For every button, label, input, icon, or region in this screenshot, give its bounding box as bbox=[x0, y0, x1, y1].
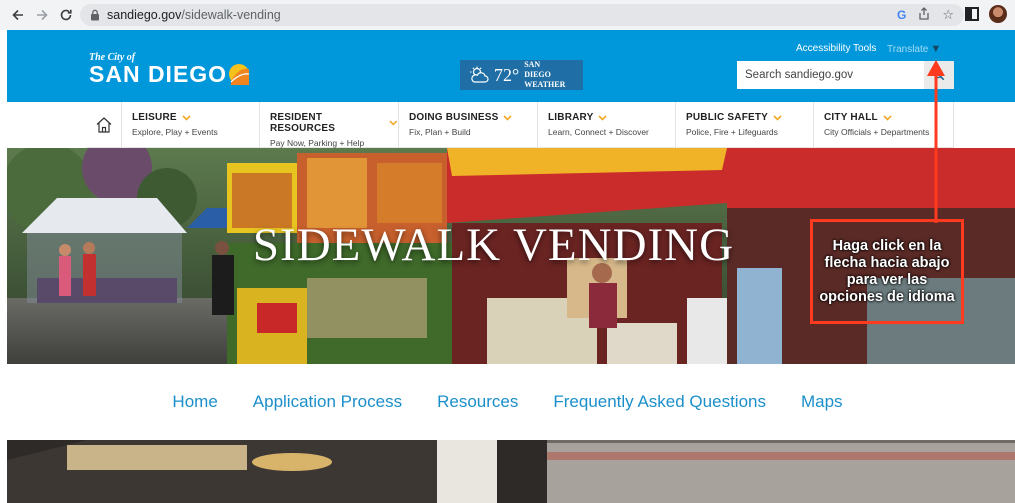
chevron-down-icon bbox=[598, 114, 608, 121]
sub-navigation: Home Application Process Resources Frequ… bbox=[0, 364, 1015, 440]
share-icon[interactable] bbox=[918, 7, 930, 23]
search-input[interactable] bbox=[737, 62, 922, 88]
nav-item-title: LEISURE bbox=[132, 112, 259, 123]
nav-item-subtitle: Fix, Plan + Build bbox=[409, 127, 471, 137]
partly-cloudy-icon bbox=[470, 66, 489, 83]
url-path: /sidewalk-vending bbox=[181, 8, 281, 22]
annotation-callout: Haga click en la flecha hacia abajo para… bbox=[810, 219, 964, 324]
chevron-down-icon bbox=[883, 114, 892, 121]
weather-label: SAN DIEGO WEATHER bbox=[524, 60, 566, 89]
chevron-down-icon bbox=[773, 114, 782, 121]
home-icon bbox=[96, 117, 111, 133]
address-bar[interactable]: sandiego.gov/sidewalk-vending G ☆ bbox=[80, 4, 964, 26]
logo-big-text: SAN DIEGO bbox=[89, 63, 250, 86]
sub-nav-faq[interactable]: Frequently Asked Questions bbox=[553, 392, 766, 412]
logo-sun-icon bbox=[229, 64, 250, 85]
nav-item-title: PUBLIC SAFETY bbox=[686, 112, 813, 123]
chevron-down-icon bbox=[389, 120, 398, 126]
chevron-down-icon bbox=[503, 114, 513, 121]
forward-icon[interactable] bbox=[32, 5, 52, 25]
weather-widget[interactable]: 72° SAN DIEGO WEATHER bbox=[460, 60, 583, 90]
nav-item-subtitle: Police, Fire + Lifeguards bbox=[686, 127, 778, 137]
nav-item-title: RESIDENT RESOURCES bbox=[270, 112, 398, 134]
vendor-table-photo bbox=[7, 440, 1015, 503]
nav-item-resident-resources[interactable]: RESIDENT RESOURCES Pay Now, Parking + He… bbox=[260, 102, 399, 148]
nav-item-subtitle: Learn, Connect + Discover bbox=[548, 127, 649, 137]
lock-icon bbox=[91, 9, 99, 21]
bookmark-star-icon[interactable]: ☆ bbox=[942, 7, 954, 23]
nav-item-doing-business[interactable]: DOING BUSINESS Fix, Plan + Build bbox=[399, 102, 538, 148]
nav-item-title: DOING BUSINESS bbox=[409, 112, 537, 123]
sub-nav-application-process[interactable]: Application Process bbox=[253, 392, 402, 412]
nav-item-title: LIBRARY bbox=[548, 112, 675, 123]
main-navigation: LEISURE Explore, Play + Events RESIDENT … bbox=[86, 102, 954, 148]
sidepanel-icon[interactable] bbox=[965, 7, 979, 21]
chevron-down-icon bbox=[182, 114, 191, 121]
sub-nav-resources[interactable]: Resources bbox=[437, 392, 518, 412]
profile-avatar[interactable] bbox=[989, 5, 1007, 23]
home-nav-button[interactable] bbox=[86, 102, 122, 148]
annotation-text: Haga click en la flecha hacia abajo para… bbox=[819, 237, 955, 305]
weather-temp: 72° bbox=[494, 64, 520, 85]
city-logo[interactable]: The City of SAN DIEGO bbox=[89, 52, 250, 87]
site-search bbox=[737, 61, 954, 89]
nav-item-subtitle: Explore, Play + Events bbox=[132, 127, 218, 137]
site-header: The City of SAN DIEGO 72° SAN DIEGO WEAT… bbox=[7, 30, 1015, 102]
translate-dropdown[interactable]: Translate ▼ bbox=[887, 43, 941, 55]
annotation-arrow-icon bbox=[927, 60, 945, 223]
nav-item-library[interactable]: LIBRARY Learn, Connect + Discover bbox=[538, 102, 676, 148]
browser-toolbar: sandiego.gov/sidewalk-vending G ☆ bbox=[0, 0, 1015, 30]
nav-item-public-safety[interactable]: PUBLIC SAFETY Police, Fire + Lifeguards bbox=[676, 102, 814, 148]
translate-caret-icon[interactable]: ▼ bbox=[930, 43, 941, 55]
sub-nav-maps[interactable]: Maps bbox=[801, 392, 843, 412]
sub-nav-home[interactable]: Home bbox=[172, 392, 217, 412]
content-photo bbox=[7, 440, 1015, 503]
nav-item-leisure[interactable]: LEISURE Explore, Play + Events bbox=[122, 102, 260, 148]
reload-icon[interactable] bbox=[56, 5, 76, 25]
url-host: sandiego.gov bbox=[107, 8, 182, 22]
accessibility-tools-link[interactable]: Accessibility Tools bbox=[796, 43, 876, 54]
nav-item-subtitle: Pay Now, Parking + Help bbox=[270, 138, 365, 148]
google-translate-icon[interactable]: G bbox=[897, 8, 906, 22]
back-icon[interactable] bbox=[8, 5, 28, 25]
